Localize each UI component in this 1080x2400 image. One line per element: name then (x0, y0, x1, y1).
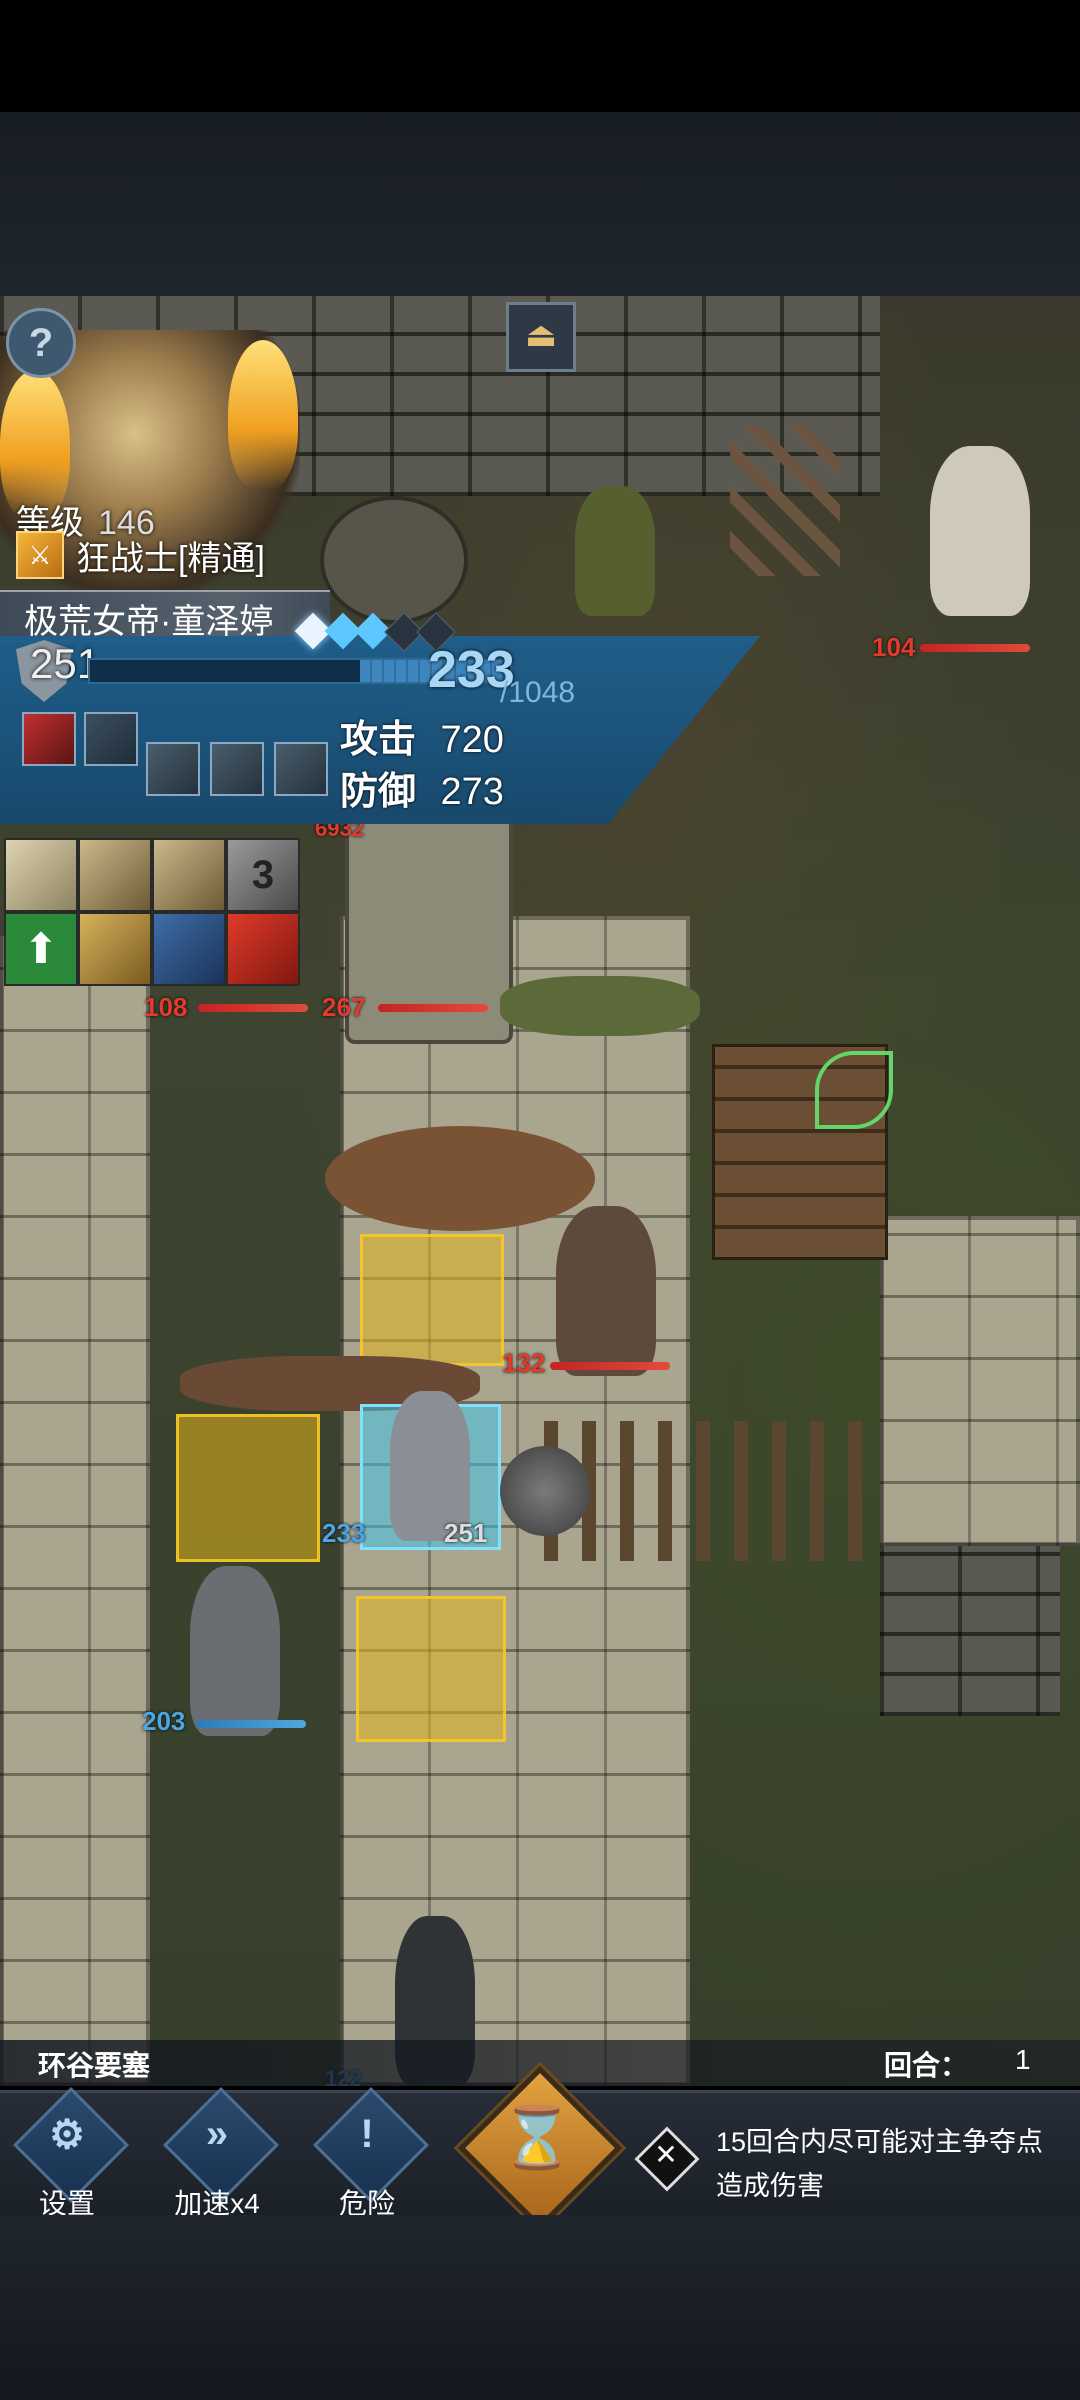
round-value: 1 (1015, 2044, 1031, 2075)
skill-slot-crystal-icon[interactable] (274, 742, 328, 796)
bottom-letterbox (0, 2215, 1080, 2400)
move-tile[interactable] (360, 1234, 504, 1366)
berserker-class-icon: ⚔ (16, 531, 64, 579)
hero-hp-label: 233 (322, 1518, 366, 1548)
enemy-axeman[interactable] (556, 1206, 656, 1376)
enemy-priest[interactable] (930, 446, 1030, 616)
flame-right-icon (228, 340, 298, 490)
crossed-swords-icon: ✕ (654, 2139, 678, 2170)
bow-target-icon[interactable] (815, 1051, 893, 1129)
buff-strike-icon[interactable] (152, 912, 226, 986)
speed-button[interactable]: » 加速x4 (162, 2087, 279, 2219)
collapse-icon: ⏏ (524, 316, 558, 354)
buff-drum-icon[interactable] (226, 912, 300, 986)
enemy-hp-bar (550, 1362, 670, 1370)
buff-fur-icon[interactable] (78, 912, 152, 986)
left-wall (0, 936, 150, 2086)
round-label: 回合： (884, 2050, 969, 2081)
enemy-bear[interactable] (325, 1126, 595, 1231)
settings-button[interactable]: ⚙ 设置 (12, 2087, 129, 2219)
skill-slot-rage-icon[interactable] (22, 712, 76, 766)
stage-name: 环谷要塞 (38, 2050, 151, 2081)
enemy-hp-label: 267 (322, 992, 366, 1022)
collapse-panel-button[interactable]: ⏏ (506, 302, 576, 372)
enemy-hp-bar (920, 644, 1030, 652)
hero-name: 极荒女帝·童泽婷 (24, 603, 274, 641)
spiked-shield (500, 1446, 590, 1536)
spike-barricade (730, 426, 840, 576)
buff-leaf-icon[interactable] (4, 838, 78, 912)
help-icon: ? (28, 321, 54, 365)
buff-beast-icon[interactable] (78, 838, 152, 912)
ruined-building (880, 1216, 1080, 1546)
buff-beast-icon[interactable] (152, 838, 226, 912)
objective-text-line1: 15回合内尽可能对主争夺点 (716, 2127, 1044, 2157)
ruined-building-base (880, 1546, 1060, 1716)
enemy-hp-label: 132 (502, 1348, 546, 1378)
ally-archer[interactable] (190, 1566, 280, 1736)
hero-shield-label: 251 (444, 1518, 488, 1548)
buff-stack-icon[interactable]: 3 (226, 838, 300, 912)
fast-forward-icon: » (205, 2112, 229, 2156)
hp-max: /1048 (500, 676, 576, 709)
objective-icon: ✕ (634, 2126, 700, 2192)
ally-hp-label: 203 (142, 1706, 186, 1736)
enemy-hp-bar (198, 1004, 308, 1012)
danger-icon: ! (360, 2112, 374, 2156)
class-label: 狂战士[精通] (76, 539, 265, 578)
top-letterbox (0, 112, 1080, 296)
buff-up-arrow-icon[interactable]: ⬆ (4, 912, 78, 986)
skill-slot-charge-icon[interactable] (84, 712, 138, 766)
defense-value: 273 (440, 771, 504, 813)
danger-button[interactable]: ! 危险 (312, 2087, 429, 2219)
skill-slot-cleave-icon[interactable] (146, 742, 200, 796)
turret-top (320, 496, 468, 624)
fallen-ally-archer[interactable] (500, 976, 700, 1036)
hero-class: ⚔ 狂战士[精通] (16, 531, 265, 579)
defense-label: 防御 (340, 771, 417, 813)
end-turn-button[interactable]: ⌛ (457, 2065, 623, 2231)
settings-icon: ⚙ (49, 2113, 85, 2157)
ally-hp-bar (196, 1720, 306, 1728)
enemy-archer[interactable] (575, 486, 655, 616)
enemy-hp-bar (378, 1004, 488, 1012)
objective-text-line2: 造成伤害 (716, 2171, 824, 2201)
enemy-hp-label: 108 (144, 992, 188, 1022)
attack-stat: 攻击 720 (340, 708, 504, 763)
attack-label: 攻击 (340, 719, 417, 761)
skill-slot-guard-icon[interactable] (210, 742, 264, 796)
move-tile[interactable] (176, 1414, 320, 1562)
buff-stack-count: 3 (251, 853, 275, 897)
help-button[interactable]: ? (6, 308, 76, 378)
enemy-hp-label: 104 (872, 632, 916, 662)
move-tile[interactable] (356, 1596, 506, 1742)
attack-value: 720 (440, 719, 504, 761)
defense-stat: 防御 273 (340, 760, 504, 815)
hourglass-icon: ⌛ (499, 2104, 575, 2171)
